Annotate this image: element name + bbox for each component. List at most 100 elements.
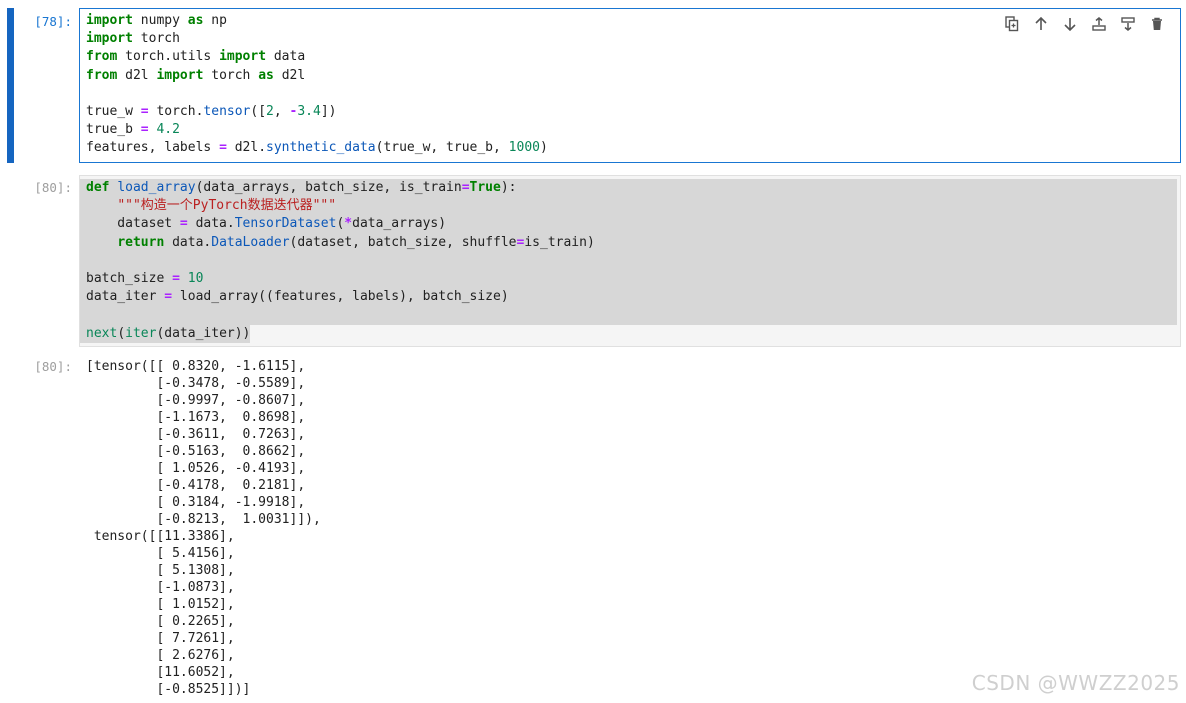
code-line[interactable]: data_iter = load_array((features, labels… xyxy=(80,288,1177,307)
code-token: 10 xyxy=(187,270,204,286)
code-token: = xyxy=(140,122,149,138)
code-token: import xyxy=(156,67,204,83)
code-token: d2l xyxy=(273,67,306,83)
code-token: synthetic_data xyxy=(266,140,376,156)
code-line[interactable] xyxy=(86,85,1180,103)
code-token: from xyxy=(86,49,118,65)
code-token: ) xyxy=(539,140,548,156)
code-cell-80[interactable]: [80]: def load_array ( data_arrays, batch_… xyxy=(0,170,1186,350)
code-token: true_w, true_b, xyxy=(383,140,509,156)
code-token: dataset, batch_size, shuffle xyxy=(297,234,517,250)
delete-icon xyxy=(1151,17,1162,30)
code-token: data_arrays xyxy=(352,216,439,232)
code-token: d2l xyxy=(117,67,157,83)
active-cell-indicator xyxy=(7,8,14,163)
code-token: import xyxy=(86,31,133,47)
move-up-button[interactable] xyxy=(1029,13,1052,35)
code-token: torch xyxy=(203,67,259,83)
code-line[interactable] xyxy=(80,251,1177,270)
code-token: as xyxy=(187,13,204,28)
code-token: DataLoader xyxy=(211,234,290,250)
code-editor[interactable]: import numpy as np import torch from torch… xyxy=(79,8,1181,163)
code-token: )) xyxy=(234,325,251,341)
code-line[interactable] xyxy=(80,306,1177,325)
code-token: ]) xyxy=(320,103,337,119)
code-line[interactable]: features, labels = d2l.synthetic_data(tr… xyxy=(86,139,1180,157)
code-token: np xyxy=(203,13,227,28)
code-line[interactable]: true_b = 4.2 xyxy=(86,121,1180,139)
code-token: ([ xyxy=(250,103,267,119)
move-down-button[interactable] xyxy=(1058,13,1081,35)
code-token: features, labels xyxy=(86,140,220,156)
code-token: , xyxy=(273,103,290,119)
code-token: = xyxy=(164,289,173,305)
code-token: TensorDataset xyxy=(234,216,337,232)
move-down-icon xyxy=(1063,18,1076,32)
duplicate-button[interactable] xyxy=(1000,13,1023,35)
code-block[interactable]: def load_array ( data_arrays, batch_size, … xyxy=(80,176,1180,343)
code-token: tensor xyxy=(203,103,251,119)
code-token: return xyxy=(117,234,165,250)
output-prompt: [80]: xyxy=(34,359,72,374)
cell-prompt: [80]: xyxy=(34,180,72,195)
code-token: data xyxy=(266,49,306,65)
code-line[interactable]: from d2l import torch as d2l xyxy=(86,67,1180,85)
code-token: torch xyxy=(132,31,180,47)
code-token: 4.2 xyxy=(156,122,180,138)
insert-above-icon xyxy=(1091,17,1106,31)
code-line[interactable]: """构造一个PyTorch数据迭代器""" xyxy=(80,197,1177,216)
code-token: torch.utils xyxy=(117,49,220,65)
insert-below-button[interactable] xyxy=(1116,13,1139,35)
code-token: * xyxy=(344,216,353,232)
code-token: 3.4 xyxy=(297,103,321,119)
insert-above-button[interactable] xyxy=(1087,13,1110,35)
code-token: = xyxy=(461,180,470,195)
code-token: from xyxy=(86,67,118,83)
code-token: true_w xyxy=(86,103,141,119)
code-token: data. xyxy=(164,234,212,250)
cell-output: [tensor([[ 0.8320, -1.6115], [-0.3478, -… xyxy=(86,359,321,697)
code-token: = xyxy=(179,216,188,232)
code-token: true_b xyxy=(86,122,141,138)
code-line[interactable]: dataset = data.TensorDataset(*data_array… xyxy=(80,215,1177,234)
code-line[interactable]: def load_array(data_arrays, batch_size, … xyxy=(80,179,1177,198)
code-token: next xyxy=(86,325,118,341)
code-token: ) xyxy=(586,234,595,250)
code-token: d2l. xyxy=(226,140,267,156)
code-token: ): xyxy=(500,180,517,195)
code-token: data_iter xyxy=(164,325,235,341)
code-cell-78[interactable]: [78]: import numpy as np import torch from… xyxy=(0,0,1186,170)
code-line[interactable]: next(iter(data_iter)) xyxy=(80,324,251,343)
code-token: """构造一个PyTorch数据迭代器""" xyxy=(117,198,337,214)
duplicate-icon xyxy=(1004,16,1018,32)
code-token: 2 xyxy=(266,103,274,119)
code-line[interactable]: return data.DataLoader(dataset, batch_si… xyxy=(80,233,1177,252)
insert-below-icon xyxy=(1120,17,1135,31)
code-token: batch_size xyxy=(86,270,173,286)
code-token: numpy xyxy=(132,13,188,28)
code-token: def xyxy=(86,180,110,195)
move-up-icon xyxy=(1034,16,1047,30)
cell-prompt: [78]: xyxy=(34,14,72,29)
code-line[interactable]: true_w = torch.tensor([2, -3.4]) xyxy=(86,103,1180,121)
code-line[interactable]: batch_size = 10 xyxy=(80,269,1177,289)
code-editor[interactable]: def load_array ( data_arrays, batch_size, … xyxy=(79,175,1181,347)
code-token: ( xyxy=(117,325,126,341)
code-token: is_train xyxy=(524,234,587,250)
code-token: data_iter xyxy=(86,289,165,305)
code-token: load_array xyxy=(117,180,196,195)
code-token: as xyxy=(258,67,274,83)
code-line[interactable]: from torch.utils import data xyxy=(86,48,1180,66)
delete-button[interactable] xyxy=(1145,13,1168,35)
code-token: dataset xyxy=(86,216,180,232)
cell-toolbar xyxy=(1000,13,1168,35)
code-token: data_arrays, batch_size, is_train xyxy=(203,180,462,195)
code-token: data. xyxy=(187,216,235,232)
code-token: = xyxy=(172,270,180,286)
code-token: import xyxy=(219,49,267,65)
code-token: = xyxy=(219,140,227,156)
code-token: = xyxy=(140,103,149,119)
